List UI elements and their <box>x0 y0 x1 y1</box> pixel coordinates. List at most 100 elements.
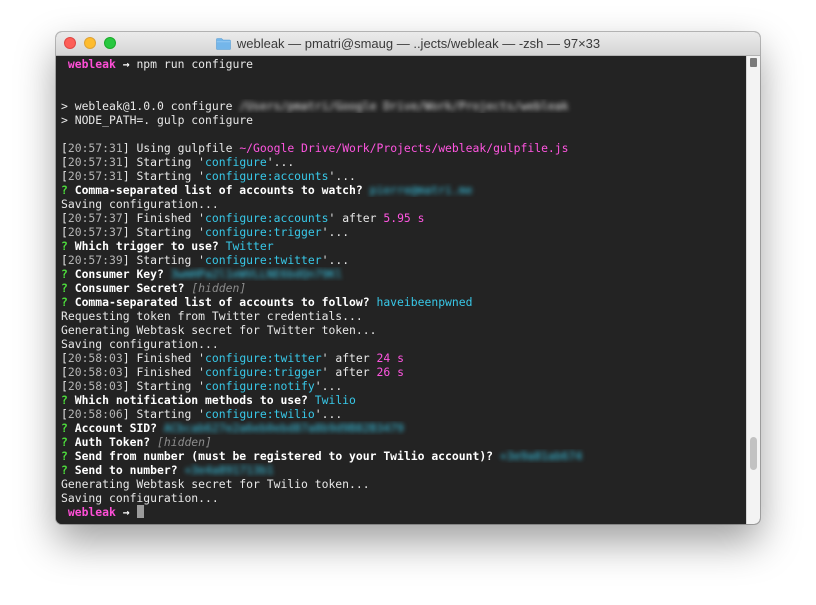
terminal-line: [20:57:31] Using gulpfile ~/Google Drive… <box>61 141 746 155</box>
terminal-line: [20:58:03] Finished 'configure:trigger' … <box>61 365 746 379</box>
terminal-line: Requesting token from Twitter credential… <box>61 309 746 323</box>
terminal-text: configure <box>205 155 267 169</box>
terminal-text: '... <box>314 407 343 421</box>
terminal-text: configure:trigger <box>205 365 322 379</box>
terminal-line: [20:57:37] Finished 'configure:accounts'… <box>61 211 746 225</box>
terminal-text: ] Finished ' <box>122 351 206 365</box>
terminal-text: Comma-separated list of accounts to watc… <box>74 183 370 197</box>
terminal-line: Saving configuration... <box>61 337 746 351</box>
terminal-text: configure:accounts <box>205 211 329 225</box>
terminal-text: 20:57:31 <box>67 169 123 183</box>
terminal-line: ? Account SID? ACbcab627e2a6eb0ebd87a8b9… <box>61 421 746 435</box>
terminal-text: → <box>115 57 137 71</box>
terminal-line: [20:58:03] Finished 'configure:twitter' … <box>61 351 746 365</box>
terminal-line: Saving configuration... <box>61 197 746 211</box>
terminal-text: 20:57:37 <box>67 225 123 239</box>
terminal-text: ? <box>61 295 75 309</box>
terminal-line: [20:58:03] Starting 'configure:notify'..… <box>61 379 746 393</box>
terminal-text: '... <box>314 379 343 393</box>
terminal-text: ] Finished ' <box>122 365 206 379</box>
terminal-line: [20:57:37] Starting 'configure:trigger'.… <box>61 225 746 239</box>
terminal-text: +3e4a891713b1 <box>184 463 274 477</box>
terminal-text: [ <box>61 379 68 393</box>
terminal-line: ? Consumer Key? 3wmHPa2l1eWVLLNE6bdQn79K… <box>61 267 746 281</box>
terminal-line: [20:57:39] Starting 'configure:twitter'.… <box>61 253 746 267</box>
terminal-text: Which notification methods to use? <box>74 393 315 407</box>
title-bar[interactable]: webleak — pmatri@smaug — ..jects/webleak… <box>56 32 760 56</box>
terminal-text: ? <box>61 267 75 281</box>
terminal-line: ? Which notification methods to use? Twi… <box>61 393 746 407</box>
terminal-text: 26 s <box>376 365 404 379</box>
terminal-text: configure:notify <box>205 379 315 393</box>
terminal-line: webleak → npm run configure <box>61 57 746 71</box>
terminal-text: Twitter <box>225 239 274 253</box>
terminal-text: Twilio <box>314 393 356 407</box>
terminal-text: ACbcab627e2a6eb0ebd87a8b9d9B82B3479 <box>163 421 404 435</box>
terminal-text: [ <box>61 141 68 155</box>
terminal-text: ] Using gulpfile <box>122 141 240 155</box>
terminal-line: ? Consumer Secret? [hidden] <box>61 281 746 295</box>
terminal-text: configure:accounts <box>205 169 329 183</box>
terminal-text: 20:57:31 <box>67 141 123 155</box>
window-title-wrap: webleak — pmatri@smaug — ..jects/webleak… <box>56 32 760 55</box>
terminal-text: '... <box>321 225 350 239</box>
terminal-text: 20:58:03 <box>67 351 123 365</box>
terminal-text: → <box>115 505 137 519</box>
terminal-line: > webleak@1.0.0 configure /Users/pmatri/… <box>61 99 746 113</box>
terminal-text: Generating Webtask secret for Twilio tok… <box>61 477 370 491</box>
terminal-text: ] Finished ' <box>122 211 206 225</box>
terminal-text: pierre@matri.me <box>369 183 473 197</box>
terminal-window: webleak — pmatri@smaug — ..jects/webleak… <box>56 32 760 524</box>
terminal-text: ? <box>61 281 75 295</box>
terminal-text: Saving configuration... <box>61 197 219 211</box>
terminal-text: Account SID? <box>74 421 164 435</box>
terminal-text: 3wmHPa2l1eWVLLNE6bdQn79Kl <box>170 267 343 281</box>
terminal-text: ? <box>61 449 75 463</box>
terminal-text: 20:58:03 <box>67 365 123 379</box>
window-title: webleak — pmatri@smaug — ..jects/webleak… <box>236 36 601 51</box>
prompt-name: webleak <box>67 57 116 71</box>
terminal-text: ? <box>61 393 75 407</box>
terminal-line: [20:57:31] Starting 'configure'... <box>61 155 746 169</box>
terminal-text: Auth Token? <box>74 435 158 449</box>
terminal-text: Generating Webtask secret for Twitter to… <box>61 323 377 337</box>
folder-icon <box>216 38 231 50</box>
terminal-text: ] Starting ' <box>122 379 206 393</box>
terminal-text: [ <box>61 211 68 225</box>
terminal-text: 20:57:37 <box>67 211 123 225</box>
scroll-up-icon[interactable] <box>750 58 757 67</box>
terminal-line: Generating Webtask secret for Twilio tok… <box>61 477 746 491</box>
terminal-text: ? <box>61 239 75 253</box>
terminal-text: ? <box>61 463 75 477</box>
terminal-line: ? Comma-separated list of accounts to fo… <box>61 295 746 309</box>
terminal-text: 5.95 s <box>383 211 425 225</box>
terminal-text: '... <box>328 169 356 183</box>
terminal-text: haveibeenpwned <box>376 295 473 309</box>
terminal-text: configure:trigger <box>205 225 322 239</box>
terminal-text: ' after <box>321 365 377 379</box>
terminal-text: +3e9a81ab674 <box>499 449 583 463</box>
terminal-text: 20:58:03 <box>67 379 123 393</box>
scrollbar-thumb[interactable] <box>750 437 757 470</box>
terminal-line: webleak → <box>61 505 746 519</box>
terminal-text: configure:twitter <box>205 351 322 365</box>
terminal-text: 20:57:39 <box>67 253 123 267</box>
terminal-line: Saving configuration... <box>61 491 746 505</box>
terminal-text: [ <box>61 169 68 183</box>
terminal-text: configure:twilio <box>205 407 315 421</box>
terminal-text: /Users/pmatri/Google Drive/Work/Projects… <box>239 99 569 113</box>
terminal-text: [ <box>61 155 68 169</box>
terminal-line: ? Send to number? +3e4a891713b1 <box>61 463 746 477</box>
terminal-text: Saving configuration... <box>61 337 219 351</box>
terminal-line: > NODE_PATH=. gulp configure <box>61 113 746 127</box>
terminal-text: [ <box>61 407 68 421</box>
terminal-text: npm run configure <box>136 57 254 71</box>
vertical-scrollbar[interactable] <box>746 56 760 524</box>
terminal-text: Send to number? <box>74 463 185 477</box>
terminal-line: ? Comma-separated list of accounts to wa… <box>61 183 746 197</box>
terminal-content[interactable]: webleak → npm run configure > webleak@1.0… <box>56 56 760 524</box>
terminal-text: ? <box>61 435 75 449</box>
terminal-text: Consumer Key? <box>74 267 171 281</box>
